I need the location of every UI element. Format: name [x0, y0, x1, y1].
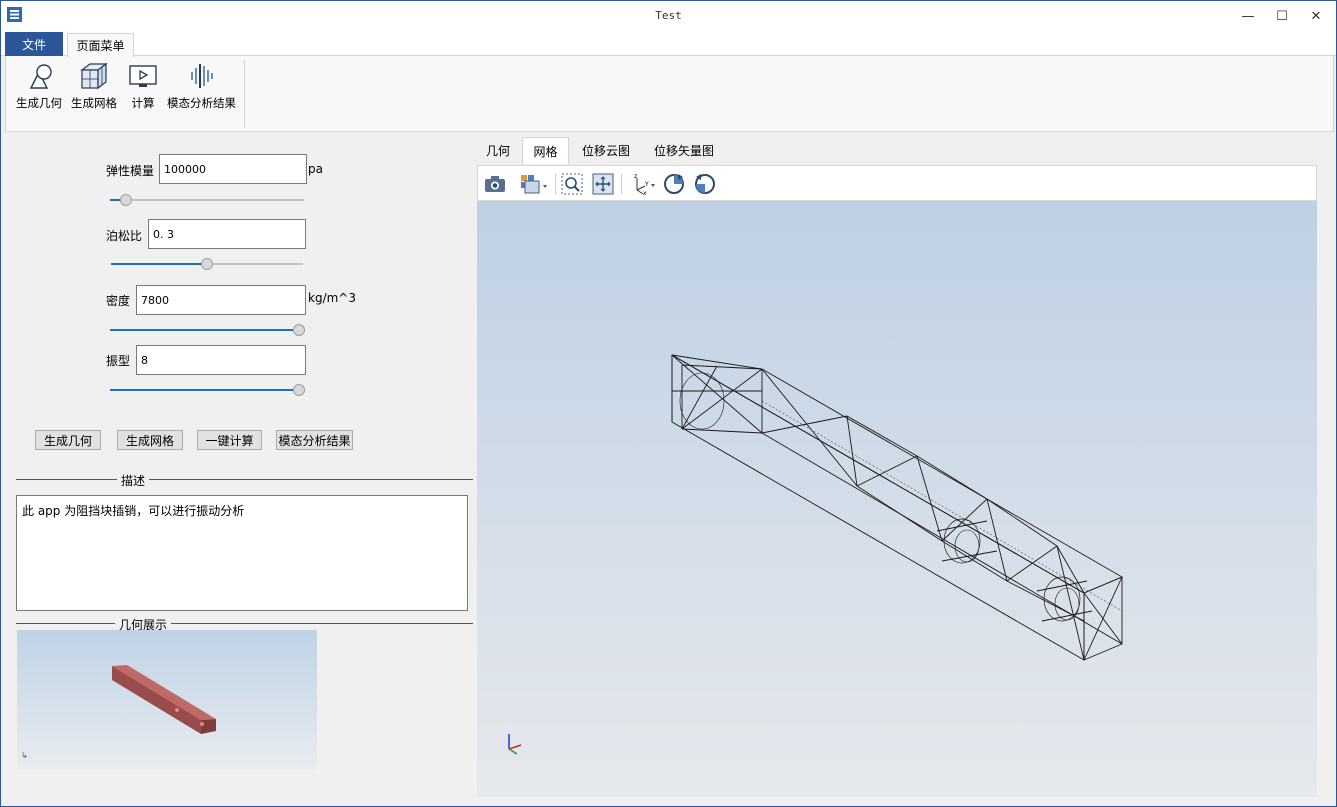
axes-icon: ↳ — [21, 751, 28, 760]
parameter-panel: 弹性模量 100000 pa 泊松比 0. 3 密度 7800 kg/m^3 振… — [5, 135, 475, 803]
app-window: Test — ☐ ✕ 文件 页面菜单 生成几何 生成网格 计算 模态分析结果 弹… — [0, 0, 1337, 807]
generate-mesh-button[interactable]: 生成网格 — [117, 430, 183, 450]
geometry-preview-view[interactable]: ↳ — [17, 630, 317, 770]
ribbon-generate-mesh-button[interactable]: 生成网格 — [71, 60, 117, 111]
mode-input[interactable]: 8 — [136, 345, 306, 375]
window-title: Test — [655, 9, 682, 22]
density-input[interactable]: 7800 — [136, 285, 306, 315]
ribbon-label: 模态分析结果 — [167, 96, 236, 110]
elastic-modulus-unit: pa — [308, 162, 323, 176]
svg-text:Y: Y — [644, 181, 649, 188]
slider-handle[interactable] — [119, 194, 132, 206]
ribbon-label: 计算 — [131, 96, 155, 110]
compute-button[interactable]: 一键计算 — [197, 430, 262, 450]
viewer-toolbar: zYx — [477, 165, 1317, 201]
ribbon-generate-geometry-button[interactable]: 生成几何 — [16, 60, 62, 111]
description-text[interactable]: 此 app 为阻挡块插销，可以进行振动分析 — [16, 495, 468, 611]
result-panel: 几何 网格 位移云图 位移矢量图 zYx — [475, 135, 1333, 803]
mode-label: 振型 — [106, 354, 131, 368]
description-group-border — [16, 479, 473, 480]
slider-handle[interactable] — [293, 324, 305, 336]
ribbon: 生成几何 生成网格 计算 模态分析结果 — [5, 56, 1334, 132]
mesh-wireframe-graphic — [508, 354, 1124, 755]
generate-geometry-button[interactable]: 生成几何 — [35, 430, 101, 450]
density-unit: kg/m^3 — [308, 291, 356, 305]
ribbon-modal-result-button[interactable]: 模态分析结果 — [167, 60, 236, 111]
zoom-box-icon[interactable] — [559, 171, 585, 197]
title-bar: Test — ☐ ✕ — [1, 1, 1336, 31]
geometry-icon — [29, 64, 52, 89]
poisson-slider[interactable] — [111, 258, 303, 270]
ribbon-separator — [244, 60, 245, 128]
maximize-button[interactable]: ☐ — [1265, 1, 1299, 31]
modal-result-button[interactable]: 模态分析结果 — [276, 430, 353, 450]
toolbar-separator — [621, 174, 622, 194]
menu-bar: 文件 页面菜单 — [1, 31, 1336, 57]
rotate-ccw-icon[interactable] — [692, 171, 718, 197]
rotate-cw-icon[interactable] — [661, 171, 687, 197]
block-preview-graphic: ↳ — [21, 665, 216, 760]
menu-file[interactable]: 文件 — [5, 32, 63, 56]
geometry-group-border — [16, 623, 473, 624]
mode-slider[interactable] — [110, 384, 305, 396]
mesh-icon — [80, 62, 108, 90]
svg-text:x: x — [643, 190, 647, 196]
axes-triad-icon — [508, 734, 522, 755]
axes-icon[interactable]: zYx — [628, 171, 658, 197]
menu-page-menu[interactable]: 页面菜单 — [67, 33, 134, 57]
modal-result-icon — [190, 64, 213, 88]
minimize-button[interactable]: — — [1231, 1, 1265, 31]
description-group-title: 描述 — [117, 472, 150, 489]
tab-mesh[interactable]: 网格 — [522, 137, 569, 164]
ribbon-label: 生成几何 — [16, 96, 62, 110]
slider-handle[interactable] — [293, 384, 305, 396]
svg-text:z: z — [634, 173, 637, 180]
tab-displacement-contour[interactable]: 位移云图 — [573, 137, 639, 164]
poisson-input[interactable]: 0. 3 — [148, 219, 306, 249]
density-label: 密度 — [106, 294, 131, 308]
ribbon-compute-button[interactable]: 计算 — [127, 60, 159, 111]
view-cube-icon[interactable] — [518, 171, 550, 197]
close-button[interactable]: ✕ — [1299, 1, 1333, 31]
compute-icon — [129, 65, 157, 87]
elastic-modulus-label: 弹性模量 — [106, 164, 155, 178]
camera-icon[interactable] — [482, 171, 508, 197]
toolbar-separator — [555, 174, 556, 194]
density-slider[interactable] — [110, 324, 305, 336]
poisson-label: 泊松比 — [106, 229, 143, 243]
ribbon-label: 生成网格 — [71, 96, 117, 110]
tab-displacement-vector[interactable]: 位移矢量图 — [645, 137, 723, 164]
elastic-modulus-slider[interactable] — [110, 194, 304, 206]
mesh-3d-viewport[interactable] — [477, 201, 1317, 797]
elastic-modulus-input[interactable]: 100000 — [159, 154, 307, 184]
slider-handle[interactable] — [201, 258, 213, 270]
tab-geometry[interactable]: 几何 — [478, 137, 518, 164]
fit-view-icon[interactable] — [590, 171, 616, 197]
